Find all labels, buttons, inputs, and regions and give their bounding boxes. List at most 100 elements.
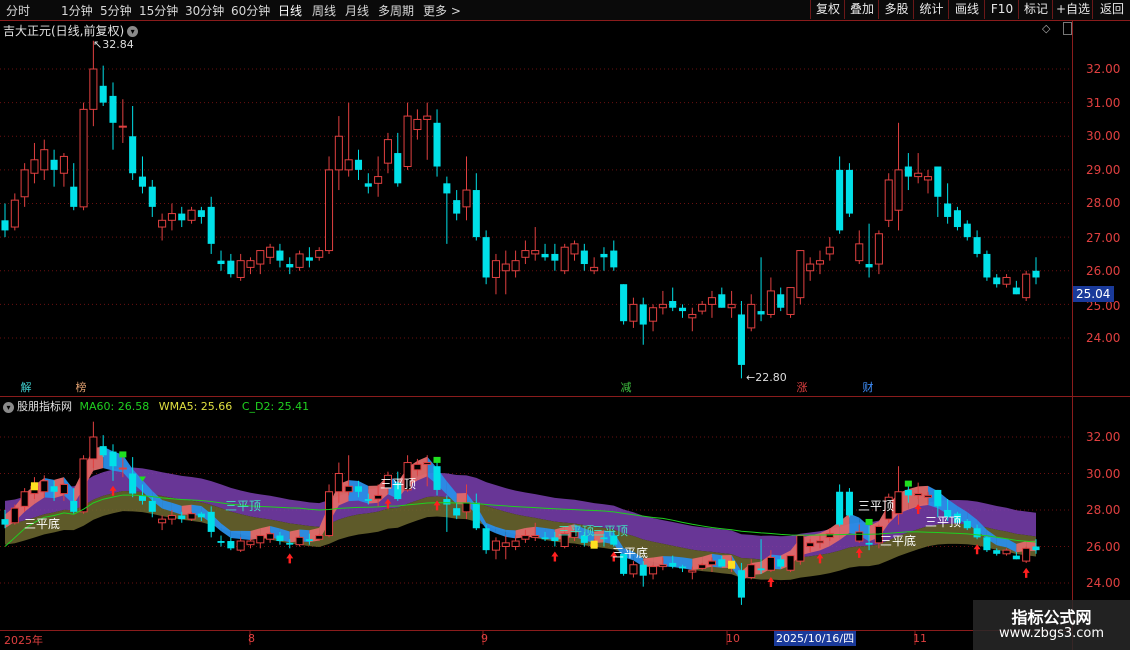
wma5-value: WMA5: 25.66 xyxy=(158,400,233,413)
buy-arrow-icon xyxy=(1022,567,1030,578)
candle-body xyxy=(836,491,844,525)
candle xyxy=(59,153,68,187)
chevron-down-icon[interactable]: ▾ xyxy=(3,401,14,413)
ma60-value: MA60: 26.58 xyxy=(79,400,150,413)
candle xyxy=(836,156,844,234)
event-limit-up[interactable]: 涨 xyxy=(795,381,809,395)
candle-body xyxy=(1012,555,1020,560)
candle-body xyxy=(1032,270,1040,278)
pattern-label: 三平顶 xyxy=(925,515,962,529)
candle-body xyxy=(433,466,441,490)
candle-body xyxy=(50,486,58,492)
candle xyxy=(491,253,500,295)
candle-body xyxy=(698,564,707,569)
candle-body xyxy=(99,85,107,103)
pattern-label: 三平底 xyxy=(24,517,61,531)
candle xyxy=(825,237,834,261)
candlestick-chart[interactable] xyxy=(0,0,1130,650)
candle-body xyxy=(953,210,961,228)
candle-body xyxy=(324,491,334,537)
candle xyxy=(845,163,853,217)
candle-body xyxy=(217,541,225,543)
candle-body xyxy=(433,122,441,167)
buy-arrow-icon xyxy=(286,553,294,564)
candle-body xyxy=(610,250,618,268)
candle-body xyxy=(884,179,893,221)
candle-body xyxy=(707,297,717,305)
candle-body xyxy=(521,250,530,258)
candle xyxy=(305,247,313,268)
signal-box xyxy=(119,451,127,458)
candle xyxy=(109,82,117,150)
candle xyxy=(737,301,745,379)
candle xyxy=(394,132,402,187)
candle xyxy=(148,179,156,217)
pattern-label: 三平底 xyxy=(612,546,649,560)
indicator-candle xyxy=(836,484,844,527)
low-price-value: 22.80 xyxy=(755,371,787,384)
candle-body xyxy=(993,277,1001,285)
candle xyxy=(629,297,638,328)
watermark-title: 指标公式网 xyxy=(1011,608,1092,627)
candle xyxy=(855,230,864,265)
indicator-name[interactable]: 股朋指标网 xyxy=(17,400,72,413)
candle-body xyxy=(678,307,687,312)
candle-body xyxy=(865,542,873,545)
candle-body xyxy=(669,301,677,308)
indicator-candle xyxy=(501,535,510,560)
candle-body xyxy=(462,502,471,513)
candle xyxy=(256,250,265,275)
candle xyxy=(10,193,19,231)
candle xyxy=(590,257,599,275)
candle xyxy=(462,156,471,221)
candle-body xyxy=(59,483,68,495)
candle xyxy=(727,290,736,318)
candle-body xyxy=(718,559,726,567)
candle xyxy=(324,156,334,254)
candle-body xyxy=(511,540,520,548)
candle-body xyxy=(354,159,363,170)
candle-body xyxy=(50,159,58,170)
candle xyxy=(511,250,520,278)
candle-body xyxy=(334,135,343,171)
candle-body xyxy=(167,514,176,520)
candle-body xyxy=(757,311,765,315)
event-unlock[interactable]: 解 xyxy=(19,381,33,395)
watermark: 指标公式网 www.zbgs3.com xyxy=(973,600,1130,650)
candle-body xyxy=(423,462,432,465)
indicator-candle xyxy=(158,515,167,531)
signal-box xyxy=(904,480,912,487)
pattern-label: 三平顶 xyxy=(558,524,595,538)
candle xyxy=(541,243,549,261)
candle xyxy=(374,156,383,197)
candle xyxy=(698,301,707,315)
candle-body xyxy=(217,260,225,265)
event-reduce[interactable]: 减 xyxy=(619,381,633,395)
candle-body xyxy=(688,569,697,573)
candle xyxy=(914,153,923,184)
price-tick: 24.00 xyxy=(1086,331,1121,345)
candle xyxy=(757,257,765,322)
candle-body xyxy=(236,260,245,278)
candle xyxy=(620,284,628,325)
candle-body xyxy=(590,266,599,272)
indicator-candle xyxy=(845,488,853,518)
candle-body xyxy=(364,499,372,501)
candle xyxy=(20,163,29,207)
candle xyxy=(129,105,137,180)
event-ranking[interactable]: 榜 xyxy=(74,381,88,395)
candle-body xyxy=(324,169,334,252)
indicator-candle xyxy=(649,564,658,580)
event-finance[interactable]: 财 xyxy=(861,381,875,395)
candle-body xyxy=(89,436,98,460)
candle-body xyxy=(747,303,756,329)
date-label: 2025年 xyxy=(4,634,43,647)
candle-body xyxy=(521,535,530,540)
candle xyxy=(600,247,608,271)
indicator-candle xyxy=(217,535,225,547)
candle-body xyxy=(1012,287,1020,295)
indicator-candle xyxy=(491,537,500,560)
indicator-price-tick: 28.00 xyxy=(1086,503,1121,517)
candle-body xyxy=(786,287,795,315)
candle-body xyxy=(786,555,795,571)
